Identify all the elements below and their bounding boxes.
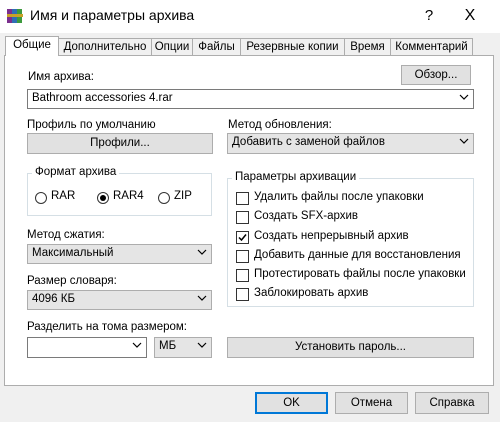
lock-archive-label: Заблокировать архив [254,287,369,299]
tab-advanced[interactable]: Дополнительно [58,38,152,55]
tab-comment[interactable]: Комментарий [390,38,473,55]
split-unit-select[interactable]: МБ [154,337,212,358]
help-button[interactable]: Справка [415,392,489,414]
chevron-down-icon [132,342,142,348]
split-unit-value: МБ [159,340,177,352]
tab-backup[interactable]: Резервные копии [240,38,345,55]
tab-options[interactable]: Опции [151,38,193,55]
update-method-select[interactable]: Добавить с заменой файлов [227,133,474,154]
test-files-label: Протестировать файлы после упаковки [254,268,466,280]
delete-after-checkbox[interactable] [236,192,249,205]
sfx-label: Создать SFX-архив [254,210,359,222]
tab-files[interactable]: Файлы [192,38,241,55]
window-title: Имя и параметры архива [30,7,195,23]
rar4-radio[interactable] [97,192,109,204]
profiles-button[interactable]: Профили... [27,133,213,154]
chevron-down-icon [197,295,207,301]
archive-options-title: Параметры архивации [232,171,360,183]
close-icon: X [464,7,476,24]
solid-archive-label: Создать непрерывный архив [254,230,409,242]
recovery-record-label: Добавить данные для восстановления [254,249,461,261]
update-method-value: Добавить с заменой файлов [232,136,385,148]
cancel-button[interactable]: Отмена [335,392,408,414]
dictionary-size-select[interactable]: 4096 КБ [27,290,212,310]
winrar-app-icon [7,9,23,23]
chevron-down-icon [197,249,207,255]
sfx-checkbox[interactable] [236,211,249,224]
compression-method-value: Максимальный [32,247,114,259]
ok-button[interactable]: OK [255,392,328,414]
rar4-radio-label: RAR4 [113,190,144,202]
archive-name-label: Имя архива: [28,71,95,83]
archive-name-combobox[interactable]: Bathroom accessories 4.rar [27,89,474,109]
browse-button[interactable]: Обзор... [401,65,471,85]
test-files-checkbox[interactable] [236,269,249,282]
dictionary-size-value: 4096 КБ [32,293,76,305]
check-icon [238,234,247,242]
set-password-button[interactable]: Установить пароль... [227,337,474,358]
rar-radio[interactable] [35,192,47,204]
help-title-button[interactable]: ? [415,5,443,27]
default-profile-label: Профиль по умолчанию [27,119,156,131]
tab-time[interactable]: Время [344,38,391,55]
lock-archive-checkbox[interactable] [236,288,249,301]
compression-method-select[interactable]: Максимальный [27,244,212,264]
split-size-combobox[interactable] [27,337,147,358]
delete-after-label: Удалить файлы после упаковки [254,191,424,203]
tab-general[interactable]: Общие [5,36,59,56]
close-window-button[interactable]: X [455,5,485,27]
solid-archive-checkbox[interactable] [236,231,249,244]
recovery-record-checkbox[interactable] [236,250,249,263]
archive-name-value: Bathroom accessories 4.rar [32,92,173,104]
zip-radio-label: ZIP [174,190,192,202]
dictionary-size-label: Размер словаря: [27,275,117,287]
zip-radio[interactable] [158,192,170,204]
chevron-down-icon [459,138,469,144]
chevron-down-icon [197,342,207,348]
compression-method-label: Метод сжатия: [27,229,105,241]
update-method-label: Метод обновления: [228,119,332,131]
chevron-down-icon [459,94,469,100]
split-volumes-label: Разделить на тома размером: [27,321,187,333]
tab-strip: Общие Дополнительно Опции Файлы Резервны… [5,36,495,56]
rar-radio-label: RAR [51,190,76,202]
archive-format-title: Формат архива [32,166,120,178]
